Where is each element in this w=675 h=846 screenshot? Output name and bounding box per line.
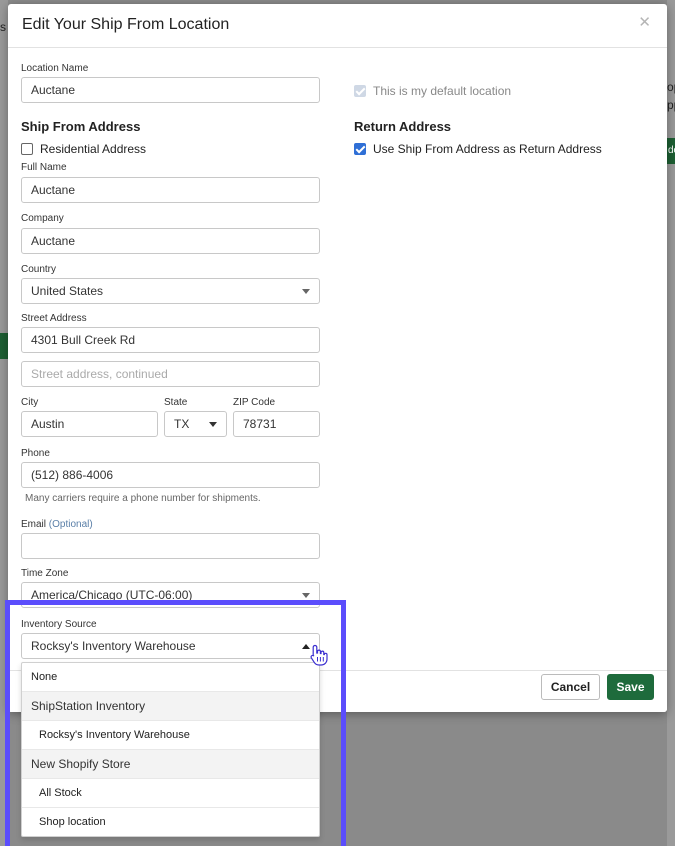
use-ship-from-checkbox[interactable]: Use Ship From Address as Return Address xyxy=(354,142,602,156)
chevron-down-icon xyxy=(302,289,310,294)
full-name-input[interactable]: Auctane xyxy=(21,177,320,203)
background-text: pp xyxy=(667,98,675,112)
chevron-down-icon xyxy=(302,593,310,598)
dropdown-group-new-shopify-store: New Shopify Store xyxy=(22,750,319,779)
zip-label: ZIP Code xyxy=(233,397,276,408)
close-icon[interactable]: ✕ xyxy=(638,13,651,31)
country-label: Country xyxy=(21,264,57,275)
optional-tag: (Optional) xyxy=(48,519,93,530)
state-value: TX xyxy=(174,417,190,431)
return-address-title: Return Address xyxy=(354,119,452,134)
phone-hint: Many carriers require a phone number for… xyxy=(25,493,261,504)
full-name-label: Full Name xyxy=(21,162,67,173)
ship-from-title: Ship From Address xyxy=(21,119,141,134)
inventory-source-value: Rocksy's Inventory Warehouse xyxy=(31,639,196,653)
location-name-label: Location Name xyxy=(21,63,89,74)
modal-header: Edit Your Ship From Location ✕ xyxy=(8,4,667,48)
residential-address-label: Residential Address xyxy=(40,142,147,156)
hand-pointer-icon xyxy=(310,644,328,666)
country-value: United States xyxy=(31,284,104,298)
dropdown-option-shop-location[interactable]: Shop location xyxy=(22,808,319,837)
phone-input[interactable]: (512) 886-4006 xyxy=(21,462,320,488)
use-ship-from-label: Use Ship From Address as Return Address xyxy=(373,142,602,156)
checkbox-icon xyxy=(354,85,366,97)
inventory-source-dropdown: None ShipStation Inventory Rocksy's Inve… xyxy=(21,662,320,837)
chevron-down-icon xyxy=(209,422,217,427)
street-address-2-input[interactable]: Street address, continued xyxy=(21,361,320,387)
dropdown-option-all-stock[interactable]: All Stock xyxy=(22,779,319,808)
background-text: s xyxy=(0,20,6,34)
modal-title: Edit Your Ship From Location xyxy=(22,16,230,33)
inventory-source-label: Inventory Source xyxy=(21,619,97,630)
city-input[interactable]: Austin xyxy=(21,411,158,437)
default-location-checkbox: This is my default location xyxy=(354,84,511,98)
company-label: Company xyxy=(21,213,64,224)
street-address-label: Street Address xyxy=(21,313,87,324)
checkbox-icon[interactable] xyxy=(354,143,366,155)
location-name-input[interactable]: Auctane xyxy=(21,77,320,103)
email-input[interactable] xyxy=(21,533,320,559)
country-select[interactable]: United States xyxy=(21,278,320,304)
company-input[interactable]: Auctane xyxy=(21,228,320,254)
city-label: City xyxy=(21,397,39,408)
background-button: do xyxy=(667,138,675,164)
dropdown-group-shipstation-inventory: ShipStation Inventory xyxy=(22,692,319,721)
background-app-right xyxy=(667,0,675,846)
background-button xyxy=(0,333,8,359)
state-label: State xyxy=(164,397,188,408)
time-zone-label: Time Zone xyxy=(21,568,69,579)
cancel-button[interactable]: Cancel xyxy=(541,674,600,700)
residential-address-checkbox[interactable]: Residential Address xyxy=(21,142,146,156)
dropdown-option-rocksys-warehouse[interactable]: Rocksy's Inventory Warehouse xyxy=(22,721,319,750)
default-location-label: This is my default location xyxy=(373,84,512,98)
email-label: Email (Optional) xyxy=(21,519,93,530)
phone-label: Phone xyxy=(21,448,50,459)
state-select[interactable]: TX xyxy=(164,411,227,437)
checkbox-icon[interactable] xyxy=(21,143,33,155)
save-button[interactable]: Save xyxy=(607,674,654,700)
dropdown-option-none[interactable]: None xyxy=(22,663,319,692)
inventory-source-select[interactable]: Rocksy's Inventory Warehouse xyxy=(21,633,320,659)
background-text: op xyxy=(667,80,675,94)
street-address-input[interactable]: 4301 Bull Creek Rd xyxy=(21,327,320,353)
zip-input[interactable]: 78731 xyxy=(233,411,320,437)
